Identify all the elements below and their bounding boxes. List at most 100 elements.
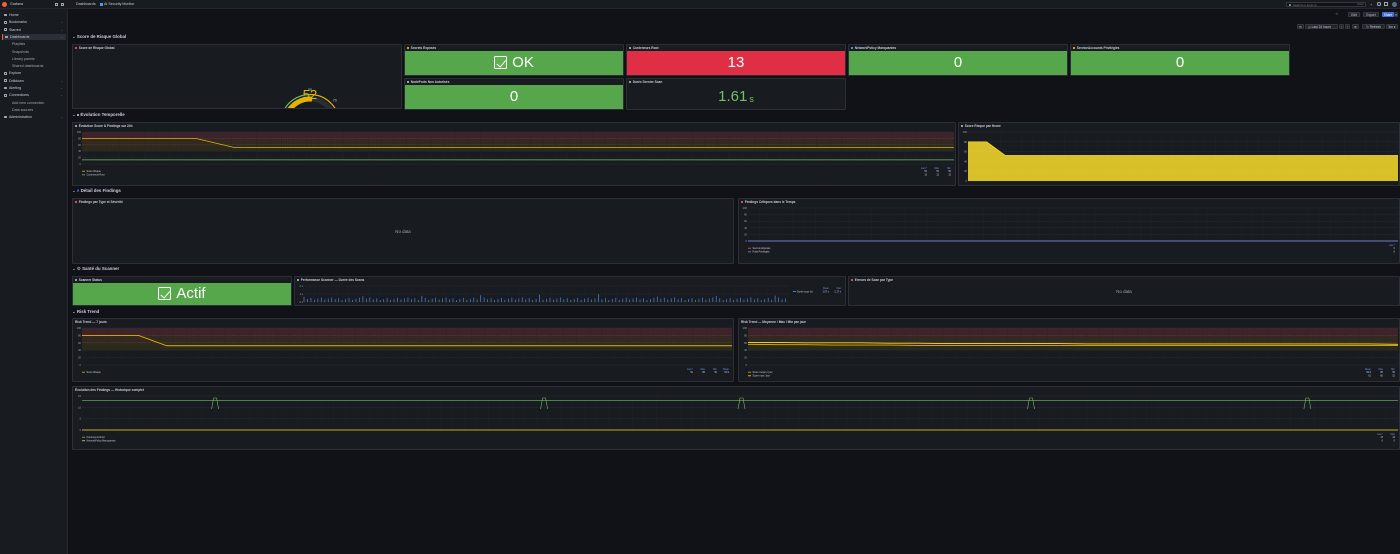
y-tick-label: 60 bbox=[964, 150, 967, 154]
sidebar-item-label: Dashboards bbox=[10, 34, 30, 39]
time-forward-button[interactable]: › bbox=[1345, 23, 1350, 29]
edit-button[interactable]: Edit bbox=[1348, 12, 1360, 17]
sidebar-item-drilldown[interactable]: Drilldown ⌄ bbox=[2, 78, 66, 84]
panel-nodeports[interactable]: NodePorts Non Autorisés 0 bbox=[404, 78, 624, 110]
refresh-button[interactable]: ↻ Refresh bbox=[1362, 23, 1385, 29]
panel-scan-performance[interactable]: Performance Scanner — Durée des Scans 2 … bbox=[294, 276, 846, 306]
grafana-app: Grafana Dashboards › AI Security Monitor… bbox=[0, 0, 1400, 554]
news-icon[interactable] bbox=[1384, 2, 1388, 6]
legend-label: Score Risque bbox=[87, 170, 102, 173]
row-header-score[interactable]: ⌄ Score de Risque Global bbox=[72, 34, 126, 40]
breadcrumb-separator: › bbox=[95, 2, 97, 6]
sidebar-item-dashboards[interactable]: Dashboards ⌄ bbox=[2, 33, 66, 40]
legend-label: Pods Privilégiés bbox=[753, 251, 771, 254]
y-tick-label: 60 bbox=[78, 143, 81, 147]
legend-label: Conteneurs Root bbox=[87, 174, 105, 177]
nav-icon bbox=[4, 13, 7, 17]
breadcrumb-dashboards[interactable]: Dashboards bbox=[76, 2, 95, 7]
panel-evolution-24h[interactable]: Évolution Score & Findings sur 24h 100 80… bbox=[72, 122, 956, 186]
refresh-interval-select[interactable]: 5m ▾ bbox=[1386, 23, 1398, 29]
sidebar-item-connections[interactable]: Connections ⌄ bbox=[2, 92, 66, 98]
scan-duration-stat: 1.61 s bbox=[718, 88, 754, 106]
gauge-threshold-orange bbox=[331, 103, 336, 108]
panel-serviceaccounts[interactable]: ServiceAccounts Privilégiés 0 bbox=[1070, 44, 1290, 76]
nav-icon bbox=[4, 79, 7, 82]
star-icon[interactable]: ☆ bbox=[1335, 12, 1339, 16]
sidebar-item-label: Data sources bbox=[12, 107, 34, 112]
time-range-picker[interactable]: ◷ Last 24 hours bbox=[1305, 23, 1338, 29]
gauge-value: 52 bbox=[302, 87, 318, 102]
sidebar-item-data-sources[interactable]: Data sources bbox=[2, 107, 66, 113]
sidebar-item-alerting[interactable]: Alerting ⌄ bbox=[2, 85, 66, 91]
y-tick-label: 20 bbox=[744, 232, 747, 236]
grafana-logo-icon[interactable] bbox=[2, 1, 7, 7]
chevron-down-icon[interactable]: ⌄ bbox=[60, 19, 63, 25]
dock-icon[interactable] bbox=[55, 2, 58, 6]
breadcrumb-dashboard-title[interactable]: AI Security Monitor bbox=[104, 2, 134, 7]
sidebar-item-label: Bookmarks bbox=[9, 20, 27, 25]
panel-scanner-status[interactable]: Scanner Status Actif bbox=[72, 276, 292, 306]
search-input[interactable]: Search or jump to ctrl+k bbox=[1286, 1, 1366, 7]
panel-risk-gauge[interactable]: Score de Risque Global 507090 52 bbox=[72, 44, 402, 109]
legend-value: 52.9 bbox=[724, 371, 729, 374]
findings-history-chart: 151050Last * MaxConteneurs Root 13 13Networ… bbox=[78, 394, 1399, 443]
zoom-in-button[interactable]: ⊕ bbox=[1352, 23, 1359, 29]
score-hour-chart: 100 80 60 40 20 0 bbox=[963, 130, 1399, 183]
sidebar-item-starred[interactable]: Starred ⌄ bbox=[2, 27, 66, 33]
chevron-down-icon[interactable]: ⌄ bbox=[60, 92, 63, 98]
nav-icon bbox=[4, 86, 7, 90]
collapse-icon[interactable] bbox=[61, 2, 64, 6]
chevron-down-icon[interactable]: ⌄ bbox=[60, 114, 63, 120]
panel-risk-7days[interactable]: Risk Trend — 7 jours 100 80 60 40 20 0 Last * M… bbox=[72, 318, 734, 382]
row-header-findings[interactable]: ⌄ ⌕ Détail des Findings bbox=[72, 188, 121, 194]
avatar[interactable] bbox=[1392, 1, 1397, 7]
y-tick-label: 100 bbox=[77, 326, 82, 330]
zoom-out-button[interactable]: ⊖ bbox=[1297, 23, 1304, 29]
panel-findings-type[interactable]: Findings par Type et Sévérité No data bbox=[72, 198, 734, 264]
sidebar-item-snapshots[interactable]: Snapshots bbox=[2, 49, 66, 55]
help-icon[interactable] bbox=[1377, 2, 1381, 6]
panel-scan-errors[interactable]: Erreurs de Scan par Type No data bbox=[848, 276, 1400, 306]
legend-label: Score Risque bbox=[87, 371, 102, 374]
sidebar-item-explore[interactable]: Explore bbox=[2, 70, 66, 76]
y-tick-label: 0 bbox=[746, 239, 748, 243]
sidebar-item-bookmarks[interactable]: Bookmarks ⌄ bbox=[2, 19, 66, 25]
panel-networkpolicy[interactable]: NetworkPolicy Manquantes 0 bbox=[848, 44, 1068, 76]
sidebar-item-label: Drilldown bbox=[9, 78, 24, 83]
panel-scan-duration[interactable]: Durée Dernier Scan 1.61 s bbox=[626, 78, 846, 110]
plus-icon[interactable]: + bbox=[1370, 2, 1372, 7]
chevron-down-icon[interactable]: ⌄ bbox=[60, 78, 63, 84]
time-back-button[interactable]: ‹ bbox=[1339, 23, 1344, 29]
y-tick-label: 40 bbox=[744, 348, 747, 352]
row-header-scanner[interactable]: ⌄ ⚙ Santé du Scanner bbox=[72, 266, 119, 272]
sidebar-item-add-new-connection[interactable]: Add new connection bbox=[2, 100, 66, 106]
y-tick-label: 5 bbox=[80, 417, 82, 421]
sidebar-item-home[interactable]: Home bbox=[2, 12, 66, 18]
panel-critical-time[interactable]: Findings Critiques dans le Temps 100 80 60… bbox=[738, 198, 1400, 264]
row-header-risk-trend[interactable]: ⌄ Risk Trend bbox=[72, 309, 99, 315]
y-tick-label: 80 bbox=[78, 333, 81, 337]
export-button[interactable]: Export bbox=[1363, 12, 1379, 17]
panel-secrets[interactable]: Secrets Exposés OK bbox=[404, 44, 624, 76]
chevron-down-icon[interactable]: ⌄ bbox=[60, 34, 63, 40]
dashboard-icon bbox=[100, 3, 103, 6]
panel-risk-avg[interactable]: Risk Trend — Moyenne / Max / Min par jou… bbox=[738, 318, 1400, 382]
row-header-evolution[interactable]: ⌄ Évolution Temporelle bbox=[72, 112, 125, 118]
share-button[interactable]: Share bbox=[1382, 12, 1394, 17]
evolution-chart: 100806040200Last * Max MinScore Risque 52 52… bbox=[77, 130, 955, 177]
panel-score-hour[interactable]: Score Risque par Heure 100 80 60 40 20 0 bbox=[958, 122, 1400, 186]
nav-icon bbox=[5, 35, 8, 39]
panel-containers-root[interactable]: Conteneurs Root 13 bbox=[626, 44, 846, 76]
sidebar-item-shared-dashboards[interactable]: Shared dashboards bbox=[2, 63, 66, 69]
sidebar-item-label: Explore bbox=[9, 71, 22, 76]
share-dropdown-icon[interactable]: ▾ bbox=[1394, 12, 1398, 17]
nodeports-stat: 0 bbox=[405, 84, 623, 109]
chevron-down-icon[interactable]: ⌄ bbox=[60, 27, 63, 33]
chevron-down-icon[interactable]: ⌄ bbox=[60, 85, 63, 91]
sidebar-item-administration[interactable]: Administration ⌄ bbox=[2, 114, 66, 120]
y-tick-label: 40 bbox=[78, 348, 81, 352]
legend-value: 52.9 bbox=[1366, 371, 1371, 374]
sidebar-item-library-panels[interactable]: Library panels bbox=[2, 56, 66, 62]
panel-findings-history[interactable]: Évolution des Findings — Historique comp… bbox=[72, 386, 1400, 450]
sidebar-item-playlists[interactable]: Playlists bbox=[2, 41, 66, 47]
